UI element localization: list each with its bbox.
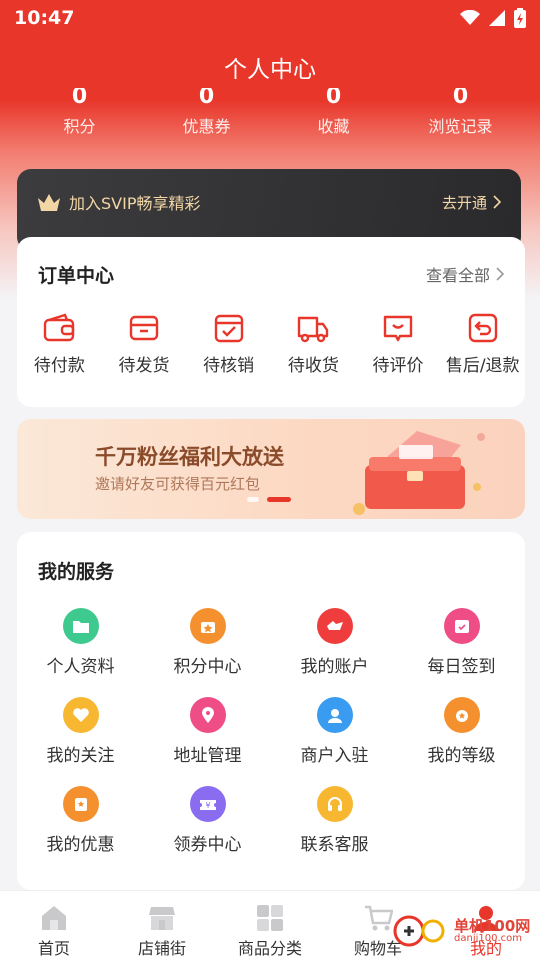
order-pending-receipt[interactable]: 待收货 — [271, 311, 356, 376]
store-icon — [149, 907, 175, 930]
service-my-discounts[interactable]: 我的优惠 — [17, 786, 144, 855]
calendar-icon — [443, 608, 480, 644]
svg-text:¥: ¥ — [205, 801, 210, 810]
my-services-title: 我的服务 — [38, 560, 115, 583]
service-address-management[interactable]: 地址管理 — [144, 697, 271, 766]
stat-coupons[interactable]: 0 优惠券 — [143, 88, 270, 137]
service-daily-checkin[interactable]: 每日签到 — [398, 608, 525, 677]
banner-dot[interactable] — [247, 497, 259, 502]
order-pending-review[interactable]: 待评价 — [356, 311, 441, 376]
banner-title: 千万粉丝福利大放送 — [95, 445, 284, 469]
stats-row: 0 积分 0 优惠券 0 收藏 0 浏览记录 — [16, 88, 524, 137]
account-icon — [316, 608, 353, 644]
chevron-right-icon — [493, 195, 501, 209]
watermark: 单机100网 danji100.com — [392, 914, 530, 948]
service-customer-support[interactable]: 联系客服 — [271, 786, 398, 855]
promo-banner[interactable]: 千万粉丝福利大放送 邀请好友可获得百元红包 — [17, 419, 525, 519]
tab-categories[interactable]: 商品分类 — [216, 891, 324, 960]
cart-icon — [365, 905, 393, 931]
view-all-orders-link[interactable]: 查看全部 — [426, 262, 504, 286]
merchant-icon — [316, 697, 353, 733]
category-icon — [257, 905, 283, 931]
comment-icon — [383, 315, 413, 342]
truck-icon — [298, 316, 329, 343]
chevron-right-icon — [496, 267, 504, 281]
battery-icon — [514, 8, 526, 28]
status-bar: 10:47 — [0, 0, 540, 36]
tab-store-street[interactable]: 店铺街 — [108, 891, 216, 960]
tab-home[interactable]: 首页 — [0, 891, 108, 960]
service-profile[interactable]: 个人资料 — [17, 608, 144, 677]
stat-points[interactable]: 0 积分 — [16, 88, 143, 137]
order-pending-shipment[interactable]: 待发货 — [102, 311, 187, 376]
my-services-card: 我的服务 个人资料 积分中心 我的账户 每日签到 我的关注 地址管理 商户入驻 … — [17, 532, 525, 890]
watermark-logo-icon — [393, 915, 445, 947]
heart-icon — [62, 697, 99, 733]
order-pending-verify[interactable]: 待核销 — [186, 311, 271, 376]
banner-dot-active[interactable] — [267, 497, 291, 502]
service-my-level[interactable]: 我的等级 — [398, 697, 525, 766]
svip-text: 加入SVIP畅享精彩 — [69, 194, 201, 213]
verify-icon — [214, 314, 243, 343]
signal-icon — [489, 10, 505, 26]
page-title: 个人中心 — [224, 57, 316, 83]
banner-subtitle: 邀请好友可获得百元红包 — [95, 475, 261, 493]
order-center-card: 订单中心 查看全部 待付款 待发货 待核销 待收货 待评价 售后/退款 — [17, 237, 525, 407]
service-merchant-onboarding[interactable]: 商户入驻 — [271, 697, 398, 766]
banner-pagination — [247, 497, 291, 502]
stat-history[interactable]: 0 浏览记录 — [397, 88, 524, 137]
crown-icon — [38, 194, 60, 211]
order-pending-payment[interactable]: 待付款 — [17, 311, 102, 376]
home-icon — [42, 906, 66, 930]
headset-icon — [316, 786, 353, 822]
wifi-icon — [460, 10, 480, 25]
box-icon — [129, 315, 159, 341]
service-following[interactable]: 我的关注 — [17, 697, 144, 766]
voucher-icon: ¥ — [189, 786, 226, 822]
order-after-sales[interactable]: 售后/退款 — [440, 311, 525, 376]
service-coupon-center[interactable]: ¥ 领券中心 — [144, 786, 271, 855]
wallet-icon — [44, 313, 75, 342]
points-icon — [189, 608, 226, 644]
stat-favorites[interactable]: 0 收藏 — [270, 88, 397, 137]
service-my-account[interactable]: 我的账户 — [271, 608, 398, 677]
order-center-title: 订单中心 — [38, 264, 115, 287]
svip-open-button[interactable]: 去开通 — [442, 192, 501, 213]
refund-icon — [468, 313, 497, 343]
gift-box-icon — [353, 431, 485, 515]
location-icon — [189, 697, 226, 733]
status-time: 10:47 — [14, 7, 75, 29]
folder-icon — [62, 608, 99, 644]
medal-icon — [443, 697, 480, 733]
service-points-center[interactable]: 积分中心 — [144, 608, 271, 677]
coupon-icon — [62, 786, 99, 822]
